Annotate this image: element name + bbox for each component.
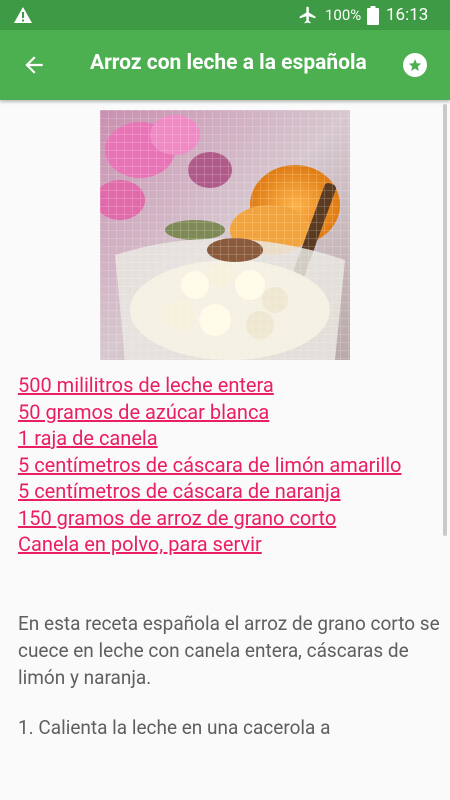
ingredient-link[interactable]: 150 gramos de arroz de grano corto <box>18 505 438 532</box>
recipe-photo-illustration <box>100 110 350 360</box>
recipe-description: En esta receta española el arroz de gran… <box>18 612 440 689</box>
ingredient-link[interactable]: 1 raja de canela <box>18 425 438 452</box>
ingredients-list: 500 mililitros de leche entera 50 gramos… <box>18 372 438 558</box>
ingredient-link[interactable]: Canela en polvo, para servir <box>18 531 438 558</box>
page-title: Arroz con leche a la española <box>90 51 367 75</box>
scrollbar[interactable] <box>443 104 447 536</box>
ingredient-link[interactable]: 5 centímetros de cáscara de naranja <box>18 478 438 505</box>
arrow-left-icon[interactable] <box>21 52 47 78</box>
star-icon <box>408 59 422 71</box>
warning-icon <box>14 7 32 23</box>
recipe-step: 1. Calienta la leche en una cacerola a <box>18 716 331 739</box>
app-bar: Arroz con leche a la española <box>0 30 450 100</box>
airplane-mode-icon <box>299 6 316 24</box>
favorite-button[interactable] <box>403 53 427 77</box>
status-bar: 100% 16:13 <box>0 0 450 30</box>
ingredient-link[interactable]: 50 gramos de azúcar blanca <box>18 399 438 426</box>
ingredient-link[interactable]: 500 mililitros de leche entera <box>18 372 438 399</box>
battery-percent: 100% <box>325 6 362 24</box>
recipe-photo <box>100 110 350 360</box>
clock-time: 16:13 <box>386 5 429 25</box>
ingredient-link[interactable]: 5 centímetros de cáscara de limón amaril… <box>18 452 438 479</box>
battery-icon <box>367 6 379 25</box>
